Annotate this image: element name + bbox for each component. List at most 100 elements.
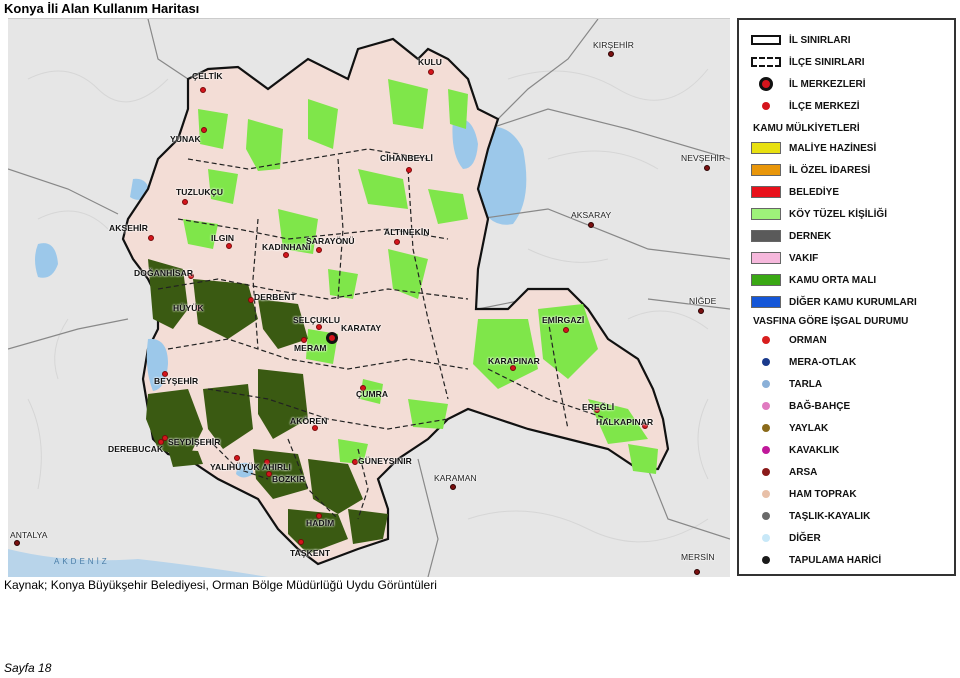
neighbor-city-label: AKSARAY bbox=[571, 210, 612, 220]
color-swatch bbox=[751, 164, 781, 176]
district-label: AHIRLI bbox=[262, 462, 291, 472]
neighbor-city-marker[interactable] bbox=[698, 308, 704, 314]
legend-ownership-title: KAMU MÜLKİYETLERİ bbox=[753, 123, 860, 134]
point-swatch bbox=[751, 334, 781, 346]
legend-label: TARLA bbox=[789, 378, 823, 390]
district-label: AKÖREN bbox=[290, 416, 328, 426]
legend-row-occupation: TAPULAMA HARİCİ bbox=[751, 550, 881, 570]
district-label: DEREBUCAK bbox=[108, 444, 164, 454]
point-swatch bbox=[751, 422, 781, 434]
district-label: BOZKIR bbox=[272, 474, 306, 484]
legend-label: KÖY TÜZEL KİŞİLİĞİ bbox=[789, 208, 887, 220]
district-label: DERBENT bbox=[254, 292, 296, 302]
legend-row-occupation: KAVAKLIK bbox=[751, 440, 839, 460]
legend-label: İL SINIRLARI bbox=[789, 34, 851, 46]
district-label: ÇELTİK bbox=[192, 71, 223, 81]
district-marker[interactable] bbox=[428, 69, 434, 75]
legend-label: İL ÖZEL İDARESİ bbox=[789, 164, 871, 176]
center-point-swatch bbox=[751, 77, 781, 91]
map-legend: İL SINIRLARI İLÇE SINIRLARI İL MERKEZLER… bbox=[737, 18, 956, 576]
district-marker[interactable] bbox=[234, 455, 240, 461]
district-label: HÜYÜK bbox=[173, 303, 204, 313]
district-label: HADİM bbox=[306, 518, 335, 528]
legend-row-ownership: DERNEK bbox=[751, 226, 831, 246]
neighbor-city-marker[interactable] bbox=[14, 540, 20, 546]
neighbor-city-marker[interactable] bbox=[608, 51, 614, 57]
color-swatch bbox=[751, 186, 781, 198]
color-swatch bbox=[751, 230, 781, 242]
legend-row-ownership: KAMU ORTA MALI bbox=[751, 270, 876, 290]
legend-row-ownership: İL ÖZEL İDARESİ bbox=[751, 160, 870, 180]
district-marker[interactable] bbox=[394, 239, 400, 245]
legend-row-ownership: MALİYE HAZİNESİ bbox=[751, 138, 876, 158]
legend-row-il-sinirlari: İL SINIRLARI bbox=[751, 30, 850, 50]
legend-row-occupation: MERA-OTLAK bbox=[751, 352, 856, 372]
district-label: HALKAPINAR bbox=[596, 417, 654, 427]
neighbor-city-marker[interactable] bbox=[704, 165, 710, 171]
page-number: Sayfa 18 bbox=[4, 661, 52, 675]
legend-label: DİĞER KAMU KURUMLARI bbox=[789, 296, 917, 308]
district-marker[interactable] bbox=[316, 247, 322, 253]
district-marker[interactable] bbox=[226, 243, 232, 249]
legend-row-occupation: BAĞ-BAHÇE bbox=[751, 396, 850, 416]
district-label: SEYDİŞEHİR bbox=[168, 437, 221, 447]
legend-row-ownership: VAKIF bbox=[751, 248, 818, 268]
district-marker[interactable] bbox=[298, 539, 304, 545]
district-marker[interactable] bbox=[148, 235, 154, 241]
color-swatch bbox=[751, 142, 781, 154]
district-marker[interactable] bbox=[201, 127, 207, 133]
legend-row-occupation: TAŞLIK-KAYALIK bbox=[751, 506, 870, 526]
neighbor-city-marker[interactable] bbox=[694, 569, 700, 575]
district-marker[interactable] bbox=[283, 252, 289, 258]
district-marker[interactable] bbox=[182, 199, 188, 205]
neighbor-city-marker[interactable] bbox=[450, 484, 456, 490]
legend-row-ownership: BELEDİYE bbox=[751, 182, 839, 202]
color-swatch bbox=[751, 252, 781, 264]
map-canvas[interactable]: KARATAY KULU ÇELTİK YUNAK CİHANBEYLİ TUZ… bbox=[8, 18, 730, 577]
point-swatch bbox=[751, 510, 781, 522]
neighbor-city-label: NEVŞEHİR bbox=[681, 153, 726, 163]
legend-row-occupation: YAYLAK bbox=[751, 418, 828, 438]
legend-row-occupation: TARLA bbox=[751, 374, 822, 394]
legend-label: VAKIF bbox=[789, 252, 819, 264]
neighbor-city-marker[interactable] bbox=[588, 222, 594, 228]
neighbor-city-label: ANTALYA bbox=[10, 530, 48, 540]
legend-row-occupation: ORMAN bbox=[751, 330, 827, 350]
legend-label: DİĞER bbox=[789, 532, 821, 544]
legend-label: KAVAKLIK bbox=[789, 444, 840, 456]
district-marker[interactable] bbox=[406, 167, 412, 173]
district-label: EMİRGAZİ bbox=[542, 315, 585, 325]
legend-label: HAM TOPRAK bbox=[789, 488, 857, 500]
district-label: TUZLUKÇU bbox=[176, 187, 224, 197]
point-swatch bbox=[751, 532, 781, 544]
legend-label: İLÇE SINIRLARI bbox=[789, 56, 865, 68]
legend-label: İL MERKEZLERİ bbox=[789, 78, 866, 90]
legend-label: BELEDİYE bbox=[789, 186, 840, 198]
source-caption: Kaynak; Konya Büyükşehir Belediyesi, Orm… bbox=[4, 578, 437, 592]
legend-row-ownership: KÖY TÜZEL KİŞİLİĞİ bbox=[751, 204, 887, 224]
district-marker[interactable] bbox=[563, 327, 569, 333]
neighbor-city-label: KIRŞEHİR bbox=[593, 40, 634, 50]
point-swatch bbox=[751, 356, 781, 368]
province-center-marker[interactable] bbox=[326, 332, 338, 344]
district-label: ÇUMRA bbox=[356, 389, 389, 399]
dashed-line-swatch bbox=[751, 57, 781, 67]
district-label: GÜNEYSINIR bbox=[358, 456, 412, 466]
district-marker[interactable] bbox=[200, 87, 206, 93]
map-svg bbox=[8, 19, 730, 577]
color-swatch bbox=[751, 274, 781, 286]
point-swatch bbox=[751, 400, 781, 412]
legend-label: İLÇE MERKEZİ bbox=[789, 100, 860, 112]
color-swatch bbox=[751, 296, 781, 308]
district-label: ALTINEKİN bbox=[384, 227, 430, 237]
legend-row-occupation: DİĞER bbox=[751, 528, 821, 548]
point-swatch bbox=[751, 444, 781, 456]
district-label: CİHANBEYLİ bbox=[380, 153, 433, 163]
legend-row-il-merkezleri: İL MERKEZLERİ bbox=[751, 74, 865, 94]
district-label: YUNAK bbox=[170, 134, 201, 144]
neighbor-city-label: NİĞDE bbox=[689, 296, 717, 306]
province-center-label: KARATAY bbox=[341, 323, 382, 333]
district-label: TAŞKENT bbox=[290, 548, 331, 558]
district-label: KARAPINAR bbox=[488, 356, 540, 366]
district-label: DOĞANHİSAR bbox=[134, 268, 194, 278]
